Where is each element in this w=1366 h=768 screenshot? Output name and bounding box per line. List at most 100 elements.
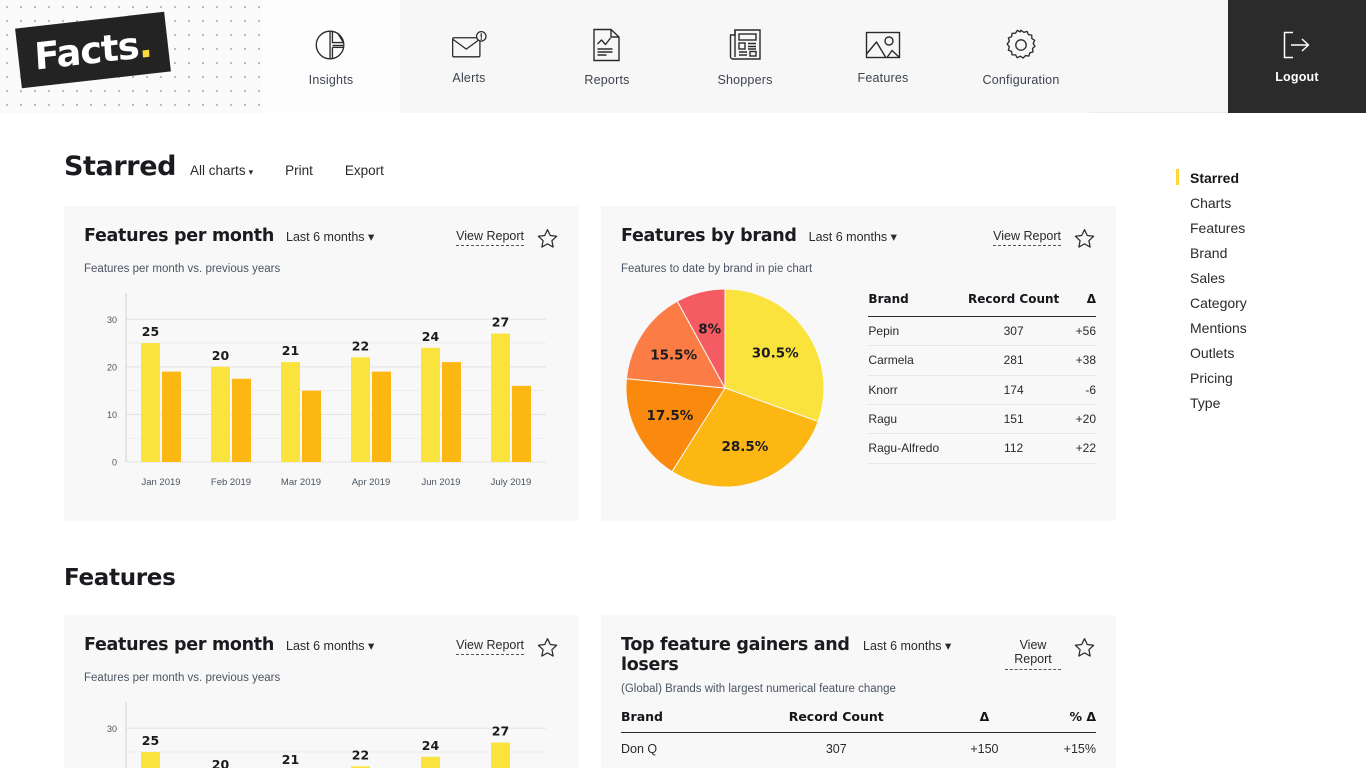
date-range-dropdown[interactable]: Last 6 months ▾ [863,638,951,653]
card-header: Top feature gainers and losers Last 6 mo… [621,635,1096,675]
all-charts-dropdown[interactable]: All charts ▾ [190,163,253,178]
image-icon [863,28,903,62]
date-range-dropdown[interactable]: Last 6 months ▾ [809,229,897,244]
sidebar-item-mentions[interactable]: Mentions [1176,315,1366,340]
cell-brand: Ragu [868,404,957,435]
sidebar-item-features[interactable]: Features [1176,215,1366,240]
features-card-row: Features per month Last 6 months ▾ View … [0,591,1160,768]
star-icon[interactable] [1073,227,1096,255]
star-icon[interactable] [536,227,559,255]
column-pct-delta: % Δ [1018,709,1096,734]
cell-brand: Pepin [868,316,957,347]
svg-text:30: 30 [107,724,117,734]
nav-item-logout[interactable]: Logout [1228,0,1366,113]
chevron-down-icon: ▾ [248,167,254,177]
chevron-down-icon: ▾ [890,230,897,244]
page-body: Starred All charts ▾ Print Export Feature… [0,113,1366,768]
pie-and-table: 30.5% 28.5% 17.5% 15.5% 8% Brand Record Coun… [621,277,1096,505]
sidebar-item-starred[interactable]: Starred [1176,165,1366,190]
sidebar-item-pricing[interactable]: Pricing [1176,365,1366,390]
card-title: Features by brand [621,226,797,246]
envelope-alert-icon [449,28,489,62]
view-report-link[interactable]: View Report [456,229,524,247]
export-button[interactable]: Export [345,163,384,178]
svg-text:22: 22 [352,338,369,353]
logo-text: Facts. [33,21,153,79]
nav-item-shoppers[interactable]: Shoppers [676,0,814,113]
nav-item-configuration[interactable]: Configuration [952,0,1090,113]
star-icon[interactable] [1073,636,1096,664]
svg-text:Feb 2019: Feb 2019 [211,477,251,488]
sidebar-item-brand[interactable]: Brand [1176,240,1366,265]
table-row[interactable]: Ragu 151 +20 [868,404,1096,435]
card-title: Features per month [84,226,275,246]
svg-text:17.5%: 17.5% [646,408,693,424]
svg-text:24: 24 [422,738,440,753]
view-report-link[interactable]: View Report [993,229,1061,247]
column-record-count: Record Count [721,709,951,734]
chevron-down-icon: ▾ [368,639,375,653]
svg-text:Jan 2019: Jan 2019 [141,477,180,488]
card-header: Features per month Last 6 months ▾ View … [84,635,559,664]
card-top-gainers-losers: Top feature gainers and losers Last 6 mo… [601,615,1116,768]
report-document-icon [590,26,624,64]
logo-box: Facts. [15,11,171,89]
section-title-features: Features [64,565,176,591]
svg-text:25: 25 [142,733,159,748]
nav-item-reports[interactable]: Reports [538,0,676,113]
svg-text:8%: 8% [698,322,721,338]
nav-item-alerts[interactable]: Alerts [400,0,538,113]
cell-record-count: 307 [956,316,1071,347]
svg-text:25: 25 [142,324,159,339]
nav-label-reports: Reports [584,73,630,87]
sidebar-item-category[interactable]: Category [1176,290,1366,315]
column-delta: Δ [1070,292,1096,317]
card-title: Top feature gainers and losers [621,635,850,676]
sidebar-item-label: Category [1190,294,1247,311]
card-subtitle: Features per month vs. previous years [84,263,281,275]
sidebar-item-sales[interactable]: Sales [1176,265,1366,290]
card-features-per-month-2: Features per month Last 6 months ▾ View … [64,615,579,768]
bar-chart-1: 0 10 20 30 25 Jan 2019 20 Feb 2019 21 Mar 2019 22 A… [84,289,559,504]
logout-arrow-icon [1280,29,1314,61]
gear-icon [1002,26,1040,64]
card-header-actions: View Report [993,226,1096,255]
star-icon[interactable] [536,636,559,664]
sidebar-item-type[interactable]: Type [1176,390,1366,415]
starred-card-row: Features per month Last 6 months ▾ View … [0,182,1160,521]
svg-text:30.5%: 30.5% [752,346,799,362]
table-row[interactable]: Pepin 307 +56 [868,316,1096,347]
date-range-dropdown[interactable]: Last 6 months ▾ [286,229,374,244]
cell-delta: +56 [1070,316,1096,347]
cell-record-count: 281 [956,345,1071,376]
view-report-link[interactable]: View Report [456,638,524,656]
bar-chart-svg: 010203025Jan 201920Feb 201921Mar 201922A… [107,702,546,768]
sidebar-item-label: Type [1190,394,1221,411]
table-body: Don Q 307 +150 +15% [621,733,1096,763]
bar-chart-2: 010203025Jan 201920Feb 201921Mar 201922A… [84,698,559,768]
table-row[interactable]: Ragu-Alfredo 112 +22 [868,433,1096,464]
table-row[interactable]: Don Q 307 +150 +15% [621,733,1096,763]
card-header-actions: View Report [1005,635,1096,670]
table-row[interactable]: Knorr 174 -6 [868,375,1096,405]
nav-item-features[interactable]: Features [814,0,952,113]
sidebar-item-label: Features [1190,219,1246,236]
brand-logo-cell[interactable]: Facts. [0,0,262,113]
svg-text:30: 30 [107,315,117,325]
svg-text:27: 27 [492,724,509,739]
sidebar-item-outlets[interactable]: Outlets [1176,340,1366,365]
nav-item-insights[interactable]: Insights [262,0,400,113]
svg-text:Jun 2019: Jun 2019 [421,477,460,488]
cell-record-count: 174 [956,375,1071,405]
right-sidebar: Starred Charts Features Brand Sales Category M… [1160,113,1366,768]
print-button[interactable]: Print [285,163,313,178]
sidebar-item-charts[interactable]: Charts [1176,190,1366,215]
bar-chart-svg: 010203025Jan 201920Feb 201921Mar 201922A… [107,293,546,488]
table-row[interactable]: Carmela 281 +38 [868,345,1096,376]
view-report-link[interactable]: View Report [1005,638,1061,670]
card-subtitle: Features per month vs. previous years [84,672,281,684]
svg-text:0: 0 [112,458,117,468]
cell-record-count: 112 [956,433,1071,464]
date-range-dropdown[interactable]: Last 6 months ▾ [286,638,374,653]
sidebar-item-list: Starred Charts Features Brand Sales Category M… [1176,165,1366,415]
